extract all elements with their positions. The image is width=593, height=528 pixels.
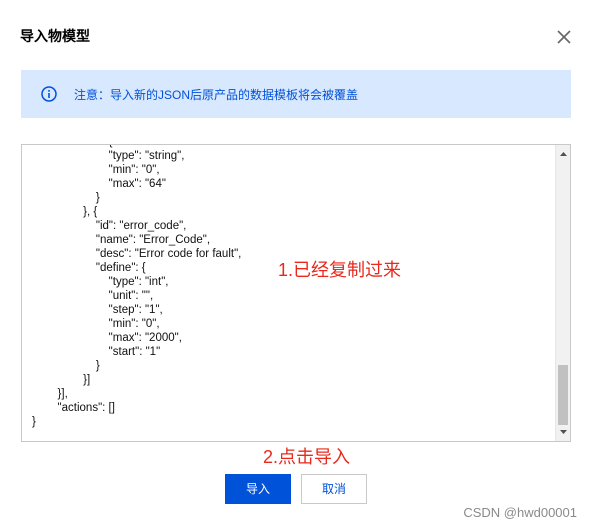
annotation-step1: 1.已经复制过来 — [278, 260, 402, 280]
json-editor[interactable]: { "type": "string", "min": "0", "max": "… — [21, 144, 571, 442]
close-icon[interactable] — [555, 28, 573, 46]
notice-banner: 注意：导入新的JSON后原产品的数据模板将会被覆盖 — [21, 70, 571, 118]
scroll-up-arrow-icon[interactable] — [556, 147, 571, 161]
watermark: CSDN @hwd00001 — [463, 505, 577, 520]
cancel-button[interactable]: 取消 — [301, 474, 367, 504]
scroll-down-arrow-icon[interactable] — [556, 425, 571, 439]
editor-scrollbar[interactable] — [555, 145, 570, 441]
info-icon — [41, 86, 57, 102]
annotation-step2: 2.点击导入 — [263, 447, 351, 467]
notice-text: 注意：导入新的JSON后原产品的数据模板将会被覆盖 — [74, 88, 359, 102]
json-code[interactable]: { "type": "string", "min": "0", "max": "… — [32, 145, 241, 429]
import-button[interactable]: 导入 — [225, 474, 291, 504]
scroll-thumb[interactable] — [558, 365, 568, 425]
dialog-title: 导入物模型 — [20, 28, 90, 44]
